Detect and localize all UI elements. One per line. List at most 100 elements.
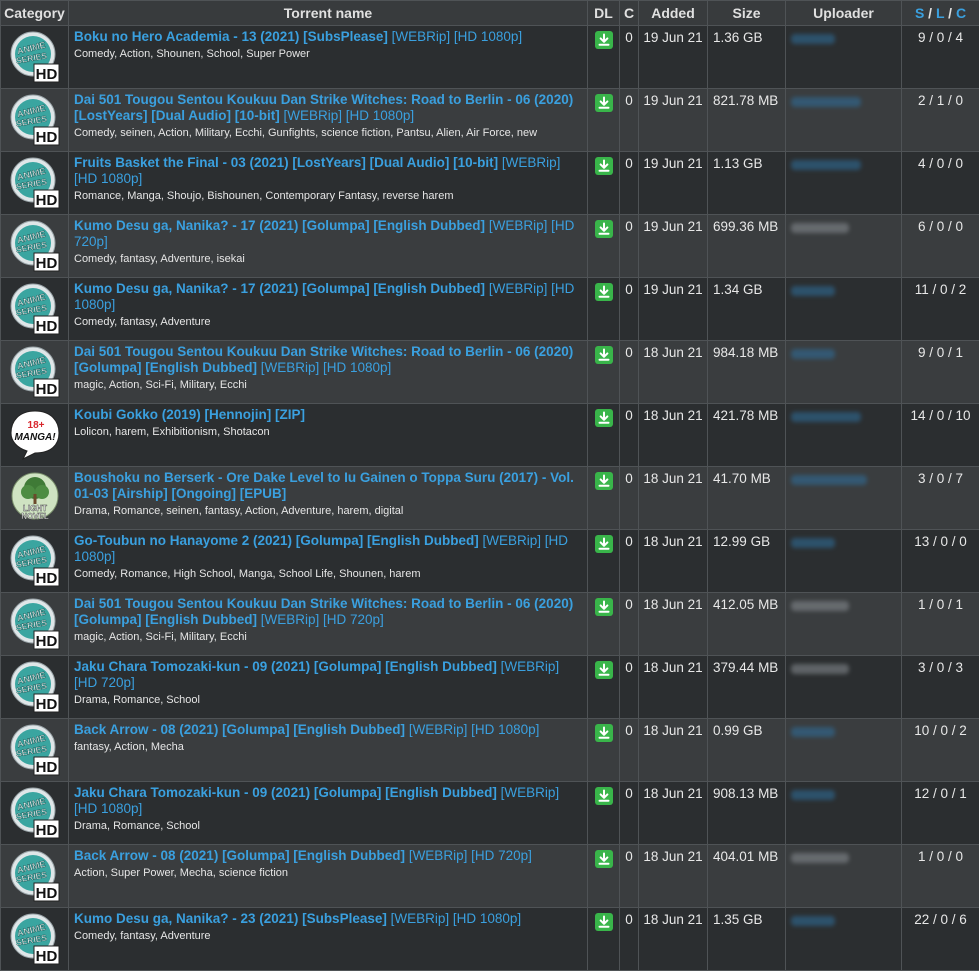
uploader-cell [786, 341, 902, 404]
uploader-cell [786, 467, 902, 530]
uploader-link-redacted[interactable] [791, 286, 835, 296]
torrent-title-link[interactable]: Go-Toubun no Hanayome 2 (2021) [Golumpa]… [74, 533, 583, 565]
torrent-title-link[interactable]: Jaku Chara Tomozaki-kun - 09 (2021) [Gol… [74, 659, 583, 691]
uploader-link-redacted[interactable] [791, 223, 849, 233]
comments-count: 0 [620, 782, 639, 845]
category-badge[interactable]: LIGHTNOVEL [9, 470, 61, 524]
anime-series-hd-icon: ANIMESERIESHD [9, 218, 61, 272]
torrent-title-link[interactable]: Boushoku no Berserk - Ore Dake Level to … [74, 470, 583, 502]
download-button[interactable] [595, 283, 613, 301]
category-badge[interactable]: 18+MANGA! [9, 407, 61, 461]
category-badge[interactable]: ANIMESERIESHD [9, 533, 61, 587]
download-button[interactable] [595, 31, 613, 49]
header-added-sort-link[interactable]: Added [639, 1, 708, 26]
name-cell: Boku no Hero Academia - 13 (2021) [SubsP… [69, 26, 588, 89]
download-button[interactable] [595, 913, 613, 931]
torrent-title-link[interactable]: Koubi Gokko (2019) [Hennojin] [ZIP] [74, 407, 583, 423]
torrent-quality: [WEBRip] [HD 720p] [409, 848, 532, 863]
download-button[interactable] [595, 535, 613, 553]
torrent-title: Koubi Gokko (2019) [Hennojin] [ZIP] [74, 407, 305, 422]
torrent-title-link[interactable]: Boku no Hero Academia - 13 (2021) [SubsP… [74, 29, 583, 45]
category-cell: ANIMESERIESHD [1, 26, 69, 89]
download-button[interactable] [595, 409, 613, 427]
table-row: ANIMESERIESHD Kumo Desu ga, Nanika? - 17… [1, 215, 979, 278]
header-completed-sort-link[interactable]: C [956, 5, 966, 21]
download-button[interactable] [595, 598, 613, 616]
torrent-title-link[interactable]: Kumo Desu ga, Nanika? - 17 (2021) [Golum… [74, 281, 583, 313]
svg-text:NOVEL: NOVEL [21, 512, 49, 521]
uploader-cell [786, 215, 902, 278]
torrent-title: Jaku Chara Tomozaki-kun - 09 (2021) [Gol… [74, 785, 497, 800]
uploader-link-redacted[interactable] [791, 475, 867, 485]
category-badge[interactable]: ANIMESERIESHD [9, 29, 61, 83]
dl-cell [588, 845, 620, 908]
download-icon [597, 915, 611, 929]
uploader-link-redacted[interactable] [791, 664, 849, 674]
uploader-link-redacted[interactable] [791, 538, 835, 548]
category-badge[interactable]: ANIMESERIESHD [9, 281, 61, 335]
torrent-title-link[interactable]: Back Arrow - 08 (2021) [Golumpa] [Englis… [74, 848, 583, 864]
header-seeders-sort-link[interactable]: S [915, 5, 924, 21]
added-date: 18 Jun 21 [639, 467, 708, 530]
download-button[interactable] [595, 346, 613, 364]
torrent-title-link[interactable]: Dai 501 Tougou Sentou Koukuu Dan Strike … [74, 344, 583, 376]
category-badge[interactable]: ANIMESERIESHD [9, 722, 61, 776]
category-badge[interactable]: ANIMESERIESHD [9, 92, 61, 146]
uploader-link-redacted[interactable] [791, 916, 835, 926]
uploader-link-redacted[interactable] [791, 853, 849, 863]
category-badge[interactable]: ANIMESERIESHD [9, 785, 61, 839]
uploader-link-redacted[interactable] [791, 97, 861, 107]
category-badge[interactable]: ANIMESERIESHD [9, 659, 61, 713]
name-cell: Back Arrow - 08 (2021) [Golumpa] [Englis… [69, 845, 588, 908]
size-value: 908.13 [713, 786, 754, 801]
torrent-title: Back Arrow - 08 (2021) [Golumpa] [Englis… [74, 848, 405, 863]
size-cell: 1.35 GB [708, 908, 786, 971]
torrent-title: Kumo Desu ga, Nanika? - 23 (2021) [SubsP… [74, 911, 387, 926]
header-size-sort-link[interactable]: Size [708, 1, 786, 26]
torrent-title-link[interactable]: Kumo Desu ga, Nanika? - 17 (2021) [Golum… [74, 218, 583, 250]
category-cell: LIGHTNOVEL [1, 467, 69, 530]
size-cell: 41.70 MB [708, 467, 786, 530]
header-torrent-name: Torrent name [69, 1, 588, 26]
uploader-link-redacted[interactable] [791, 349, 835, 359]
category-badge[interactable]: ANIMESERIESHD [9, 344, 61, 398]
category-badge[interactable]: ANIMESERIESHD [9, 218, 61, 272]
name-cell: Jaku Chara Tomozaki-kun - 09 (2021) [Gol… [69, 656, 588, 719]
size-unit: MB [758, 786, 778, 801]
category-badge[interactable]: ANIMESERIESHD [9, 596, 61, 650]
download-button[interactable] [595, 220, 613, 238]
dl-cell [588, 89, 620, 152]
download-button[interactable] [595, 94, 613, 112]
added-date: 18 Jun 21 [639, 719, 708, 782]
download-button[interactable] [595, 157, 613, 175]
torrent-title-link[interactable]: Dai 501 Tougou Sentou Koukuu Dan Strike … [74, 92, 583, 124]
uploader-link-redacted[interactable] [791, 160, 861, 170]
torrent-title-link[interactable]: Kumo Desu ga, Nanika? - 23 (2021) [SubsP… [74, 911, 583, 927]
category-cell: ANIMESERIESHD [1, 593, 69, 656]
category-cell: ANIMESERIESHD [1, 89, 69, 152]
svg-text:HD: HD [35, 192, 57, 209]
uploader-link-redacted[interactable] [791, 790, 835, 800]
download-button[interactable] [595, 661, 613, 679]
category-badge[interactable]: ANIMESERIESHD [9, 155, 61, 209]
uploader-cell [786, 908, 902, 971]
uploader-link-redacted[interactable] [791, 601, 849, 611]
size-value: 404.01 [713, 849, 754, 864]
download-button[interactable] [595, 787, 613, 805]
torrent-title-link[interactable]: Jaku Chara Tomozaki-kun - 09 (2021) [Gol… [74, 785, 583, 817]
size-value: 1.13 [713, 156, 739, 171]
size-value: 12.99 [713, 534, 747, 549]
category-badge[interactable]: ANIMESERIESHD [9, 848, 61, 902]
uploader-link-redacted[interactable] [791, 34, 835, 44]
category-badge[interactable]: ANIMESERIESHD [9, 911, 61, 965]
uploader-link-redacted[interactable] [791, 412, 861, 422]
svg-text:HD: HD [35, 381, 57, 398]
torrent-title-link[interactable]: Dai 501 Tougou Sentou Koukuu Dan Strike … [74, 596, 583, 628]
name-cell: Kumo Desu ga, Nanika? - 17 (2021) [Golum… [69, 278, 588, 341]
torrent-title-link[interactable]: Fruits Basket the Final - 03 (2021) [Los… [74, 155, 583, 187]
uploader-link-redacted[interactable] [791, 727, 835, 737]
download-button[interactable] [595, 724, 613, 742]
torrent-title-link[interactable]: Back Arrow - 08 (2021) [Golumpa] [Englis… [74, 722, 583, 738]
download-button[interactable] [595, 850, 613, 868]
download-button[interactable] [595, 472, 613, 490]
